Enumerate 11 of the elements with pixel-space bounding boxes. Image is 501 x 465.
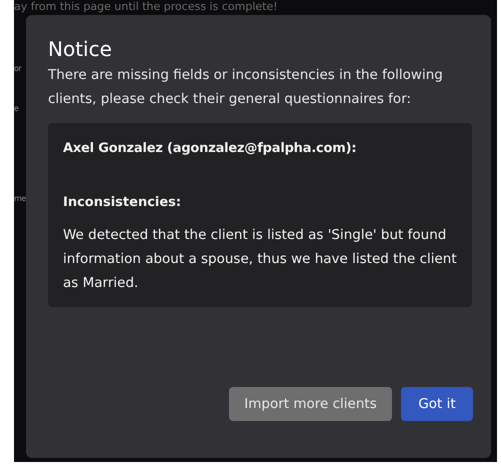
got-it-button[interactable]: Got it: [401, 387, 473, 421]
banner-text: ay from this page until the process is complete!: [14, 0, 278, 13]
dialog-title: Notice: [48, 36, 113, 63]
import-clients-button[interactable]: Import more clients: [229, 387, 392, 421]
client-heading: Axel Gonzalez (agonzalez@fpalpha.com):: [63, 140, 358, 158]
inconsistency-detail: We detected that the client is listed as 'Single' but found information about a spouse, thus we have listed the client as Married.: [63, 226, 458, 293]
row-fragment-text: e: [14, 104, 18, 114]
dialog-message: There are missing fields or inconsistencies in the following clients, please check their general questionnaires for:: [48, 66, 444, 109]
row-fragment-text: or: [14, 64, 22, 74]
section-title: Inconsistencies:: [63, 194, 182, 212]
row-fragment-text: me: [14, 194, 26, 204]
